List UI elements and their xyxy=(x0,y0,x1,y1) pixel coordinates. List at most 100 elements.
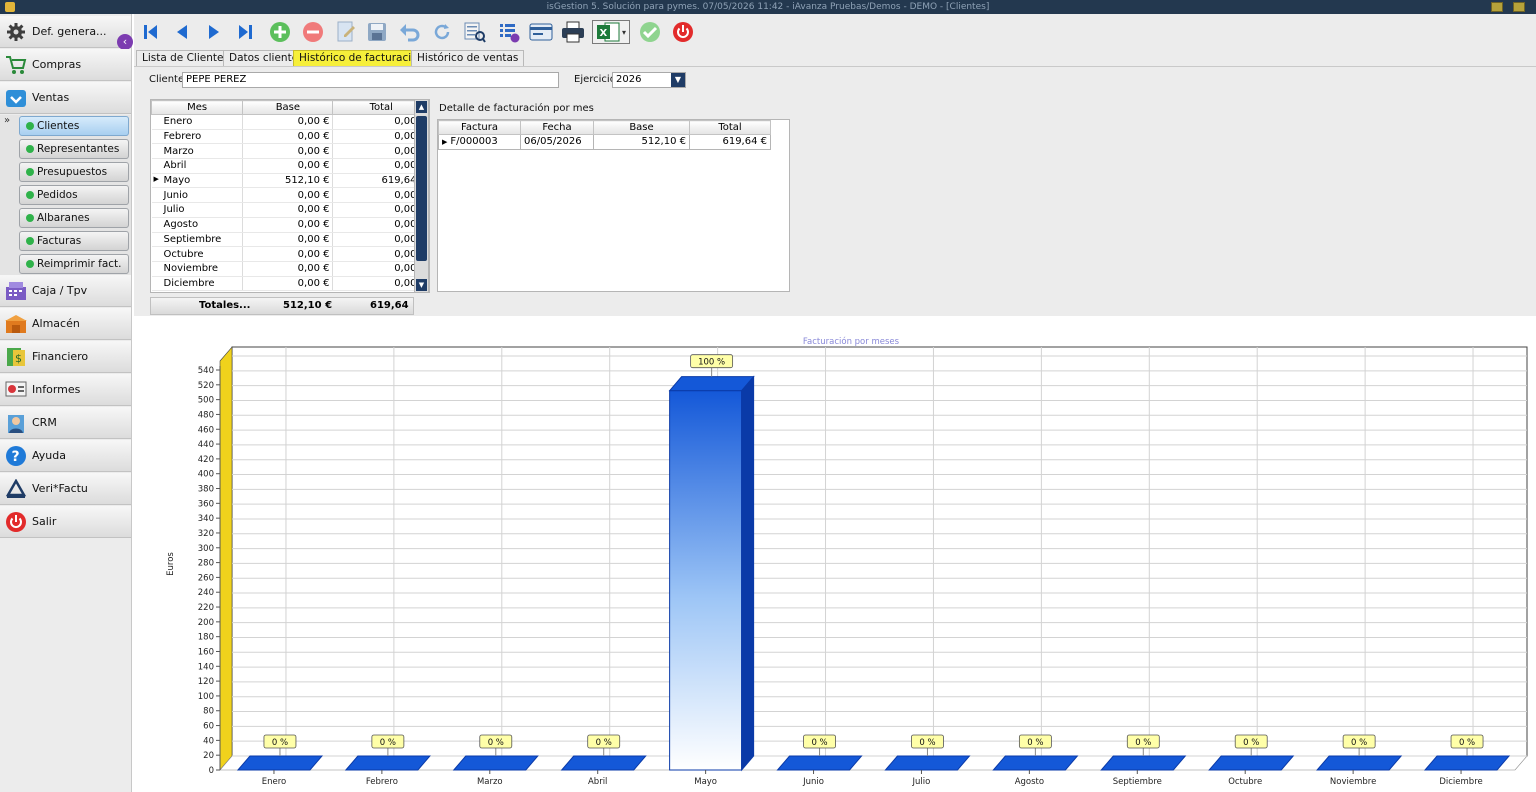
undo-button[interactable] xyxy=(398,20,422,44)
month-cell: Octubre xyxy=(163,248,204,260)
sidebar-section-informes[interactable]: Informes xyxy=(0,374,131,406)
table-row[interactable]: Marzo 0,00 €0,00 € xyxy=(151,143,429,160)
table-row[interactable]: Octubre 0,00 €0,00 € xyxy=(151,246,429,262)
exit-button[interactable] xyxy=(671,20,695,44)
sidebar-item-representantes[interactable]: Representantes xyxy=(19,139,129,159)
collapse-sidebar-button[interactable]: ‹ xyxy=(117,34,133,50)
table-row[interactable]: Febrero 0,00 €0,00 € xyxy=(151,129,429,145)
sidebar-section-verifactu[interactable]: Veri*Factu xyxy=(0,473,131,505)
sidebar-section-def-general[interactable]: Def. genera... xyxy=(0,16,131,48)
search-list-button[interactable] xyxy=(463,20,487,44)
list-options-button[interactable] xyxy=(497,20,521,44)
column-header-factura[interactable]: Factura xyxy=(438,120,521,135)
add-record-button[interactable] xyxy=(268,20,292,44)
finance-icon: $ xyxy=(5,347,27,367)
sidebar-section-label: Almacén xyxy=(32,317,80,330)
column-header-base[interactable]: Base xyxy=(593,120,690,135)
sidebar-section-compras[interactable]: Compras xyxy=(0,49,131,81)
restore-button[interactable] xyxy=(1513,2,1525,12)
next-record-button[interactable] xyxy=(202,20,226,44)
sidebar-section-ayuda[interactable]: ? Ayuda xyxy=(0,440,131,472)
card-view-button[interactable] xyxy=(529,20,553,44)
table-row[interactable]: Abril 0,00 €0,00 € xyxy=(151,158,429,174)
x-tick-label: Enero xyxy=(262,777,287,787)
x-tick-label: Agosto xyxy=(1015,777,1044,787)
scroll-down-icon[interactable]: ▼ xyxy=(416,279,427,291)
last-record-button[interactable] xyxy=(234,20,258,44)
sidebar-item-pedidos[interactable]: Pedidos xyxy=(19,185,129,205)
sidebar-section-crm[interactable]: CRM xyxy=(0,407,131,439)
sidebar-item-facturas[interactable]: Facturas xyxy=(19,231,129,251)
delete-record-button[interactable] xyxy=(301,20,325,44)
percent-label: 0 % xyxy=(919,738,935,748)
billing-chart: 0 20 40 60 80 100 120 140 160 180 200 220 240 260 280 3… xyxy=(134,316,1536,792)
dropdown-arrow-icon[interactable]: ▾ xyxy=(622,28,626,37)
bar-flat xyxy=(776,755,863,771)
status-dot-icon xyxy=(26,237,34,245)
previous-record-button[interactable] xyxy=(170,20,194,44)
percent-label: 0 % xyxy=(488,738,504,748)
base-cell: 0,00 € xyxy=(297,145,330,157)
bar-flat xyxy=(1423,755,1511,771)
table-row[interactable]: Junio 0,00 €0,00 € xyxy=(151,187,429,204)
base-cell: 0,00 € xyxy=(297,248,330,260)
sidebar-section-caja[interactable]: Caja / Tpv xyxy=(0,275,131,307)
print-button[interactable] xyxy=(561,20,585,44)
double-chevron-icon[interactable]: » xyxy=(4,115,10,126)
first-record-button[interactable] xyxy=(138,20,162,44)
sidebar-section-ventas[interactable]: Ventas xyxy=(0,82,131,114)
percent-label: 0 % xyxy=(596,738,612,748)
sidebar-section-salir[interactable]: Salir xyxy=(0,506,131,538)
excel-export-button[interactable]: X ▾ xyxy=(592,20,630,44)
month-cell: Agosto xyxy=(163,219,199,231)
scroll-up-icon[interactable]: ▲ xyxy=(416,101,427,113)
y-tick-label: 80 xyxy=(203,707,214,717)
status-dot-icon xyxy=(26,214,34,222)
sidebar-item-clientes[interactable]: Clientes xyxy=(19,116,129,136)
x-tick-label: Diciembre xyxy=(1439,777,1482,787)
sidebar-section-almacen[interactable]: Almacén xyxy=(0,308,131,340)
ejercicio-select[interactable]: 2026 ▼ xyxy=(612,72,686,88)
tab-lista-clientes[interactable]: Lista de Clientes xyxy=(136,50,235,66)
power-icon xyxy=(5,512,27,532)
tab-historico-ventas[interactable]: Histórico de ventas xyxy=(411,50,525,66)
column-header-total[interactable]: Total xyxy=(689,120,771,135)
sidebar-section-label: Informes xyxy=(32,383,81,396)
column-header-fecha[interactable]: Fecha xyxy=(520,120,594,135)
confirm-button[interactable] xyxy=(638,20,662,44)
table-row[interactable]: Diciembre 0,00 €0,00 € xyxy=(151,276,429,292)
cliente-field[interactable]: PEPE PEREZ xyxy=(182,72,559,88)
sidebar-item-albaranes[interactable]: Albaranes xyxy=(19,208,129,228)
save-button[interactable] xyxy=(365,20,389,44)
table-row[interactable]: Septiembre 0,00 €0,00 € xyxy=(151,232,429,248)
bar-flat xyxy=(1316,755,1403,771)
base-cell: 0,00 € xyxy=(297,263,330,275)
y-tick-label: 140 xyxy=(198,662,214,672)
edit-record-button[interactable] xyxy=(334,20,358,44)
month-cell: Diciembre xyxy=(163,277,215,289)
table-row[interactable]: Enero 0,00 €0,00 € xyxy=(151,114,429,130)
y-tick-label: 160 xyxy=(198,647,214,657)
refresh-button[interactable] xyxy=(430,20,454,44)
months-scrollbar[interactable]: ▲ ▼ xyxy=(414,99,429,293)
status-dot-icon xyxy=(26,260,34,268)
tab-bar: Lista de Clientes Datos cliente Históric… xyxy=(134,50,1536,66)
column-header-mes[interactable]: Mes xyxy=(151,100,244,115)
table-row[interactable]: Agosto 0,00 €0,00 € xyxy=(151,217,429,233)
tab-datos-cliente[interactable]: Datos cliente xyxy=(223,50,305,66)
sidebar-section-label: CRM xyxy=(32,416,57,429)
chevron-down-icon[interactable]: ▼ xyxy=(671,73,685,87)
sidebar-item-presupuestos[interactable]: Presupuestos xyxy=(19,162,129,182)
month-cell: Septiembre xyxy=(163,233,222,245)
table-row[interactable]: Noviembre 0,00 €0,00 € xyxy=(151,261,429,277)
column-header-base[interactable]: Base xyxy=(242,100,334,115)
tab-historico-facturacion[interactable]: Histórico de facturacion xyxy=(293,50,431,66)
table-row[interactable]: ▶ Mayo 512,10 €619,64 € xyxy=(151,173,429,189)
sidebar-item-reimprimir[interactable]: Reimprimir fact. xyxy=(19,254,129,274)
percent-label: 0 % xyxy=(811,738,827,748)
minimize-button[interactable] xyxy=(1491,2,1503,12)
sidebar-section-financiero[interactable]: $ Financiero xyxy=(0,341,131,373)
scroll-thumb[interactable] xyxy=(416,116,427,261)
table-row[interactable]: Julio 0,00 €0,00 € xyxy=(151,202,429,218)
table-row[interactable]: ▶ F/000003 06/05/2026 512,10 € 619,64 € xyxy=(438,134,771,150)
